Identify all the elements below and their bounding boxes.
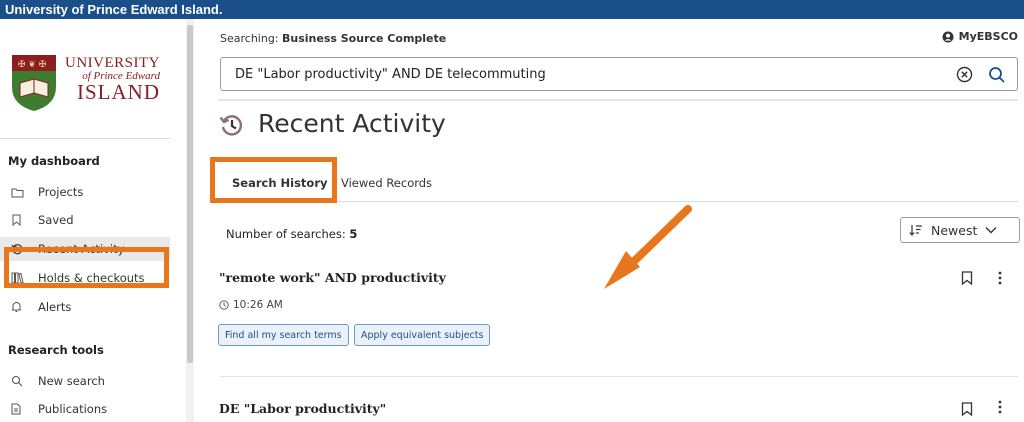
myebsco-label: MyEBSCO [958, 30, 1018, 43]
sidebar-item-label: Projects [38, 185, 84, 199]
tab-viewed-records[interactable]: Viewed Records [341, 176, 432, 190]
search-input[interactable]: DE "Labor productivity" AND DE telecommu… [220, 57, 1018, 91]
find-all-search-terms-button[interactable]: Find all my search terms [218, 324, 349, 346]
crest-icon: ✠ ❦ ✠ [12, 55, 56, 111]
history-icon [219, 115, 243, 136]
research-tools-heading: Research tools [8, 343, 104, 357]
number-of-searches-label: Number of searches: [226, 227, 346, 241]
document-icon [0, 403, 30, 415]
searching-prefix: Searching: [220, 32, 279, 45]
search-query-text[interactable]: DE "Labor productivity" AND DE telecommu… [235, 67, 546, 82]
logo-wordmark: UNIVERSITY of Prince Edward ISLAND [64, 53, 160, 103]
sort-icon [909, 225, 922, 236]
result-title-link[interactable]: "remote work" AND productivity [219, 270, 446, 285]
scrollbar-thumb[interactable] [187, 25, 193, 363]
sidebar-item-label: Alerts [38, 300, 72, 314]
tabs-divider [220, 201, 1018, 202]
orange-arrow-annotation [604, 205, 692, 289]
recent-activity-highlight-box [4, 247, 169, 288]
number-of-searches: Number of searches: 5 [226, 227, 357, 241]
clock-icon [219, 300, 229, 310]
user-icon [942, 31, 954, 42]
bookmark-icon[interactable] [961, 402, 973, 416]
sidebar-item-label: Saved [38, 213, 74, 227]
chevron-down-icon [985, 227, 997, 234]
searching-database-label: Searching: Business Source Complete [220, 32, 446, 45]
dashboard-heading: My dashboard [8, 154, 100, 168]
more-options-icon[interactable] [996, 400, 1004, 414]
result-time-text: 10:26 AM [233, 299, 283, 311]
search-divider [218, 99, 1018, 101]
myebsco-account-button[interactable]: MyEBSCO [942, 30, 1018, 43]
institution-banner: University of Prince Edward Island. [0, 0, 1024, 19]
sidebar-item-saved[interactable]: Saved [0, 208, 170, 232]
search-history-highlight-box [210, 157, 337, 203]
main-content: Searching: Business Source Complete MyEB… [196, 19, 1024, 422]
page-title: Recent Activity [258, 109, 446, 138]
logo-line-3: ISLAND [77, 80, 160, 104]
search-submit-icon[interactable] [987, 65, 1007, 85]
sort-selected-value: Newest [931, 222, 978, 238]
folder-icon [0, 187, 30, 198]
sidebar-scrollbar[interactable] [186, 19, 194, 422]
sort-dropdown[interactable]: Newest [900, 217, 1020, 243]
sidebar-divider [0, 138, 170, 139]
sidebar-item-publications[interactable]: Publications [0, 397, 170, 421]
svg-text:✠ ❦ ✠: ✠ ❦ ✠ [18, 60, 46, 70]
university-logo[interactable]: ✠ ❦ ✠ UNIVERSITY of Prince Edward ISLAND [10, 53, 160, 119]
bookmark-icon [0, 214, 30, 226]
bell-icon [0, 301, 30, 313]
sidebar-item-alerts[interactable]: Alerts [0, 295, 170, 319]
more-options-icon[interactable] [996, 271, 1004, 285]
sidebar-item-new-search[interactable]: New search [0, 369, 170, 393]
result-title-link[interactable]: DE "Labor productivity" [219, 401, 386, 416]
search-icon [0, 375, 30, 387]
apply-equivalent-subjects-button[interactable]: Apply equivalent subjects [354, 324, 491, 346]
logo-line-1: UNIVERSITY [65, 55, 160, 71]
clear-search-icon[interactable] [956, 66, 973, 83]
database-name[interactable]: Business Source Complete [282, 32, 446, 45]
sidebar-item-projects[interactable]: Projects [0, 180, 170, 204]
bookmark-icon[interactable] [961, 271, 973, 285]
sidebar-item-label: New search [38, 374, 105, 388]
result-timestamp: 10:26 AM [219, 299, 283, 311]
result-divider [220, 376, 1018, 377]
sidebar-item-label: Publications [38, 402, 108, 416]
sidebar: ✠ ❦ ✠ UNIVERSITY of Prince Edward ISLAND… [0, 19, 186, 422]
number-of-searches-value: 5 [349, 227, 358, 241]
